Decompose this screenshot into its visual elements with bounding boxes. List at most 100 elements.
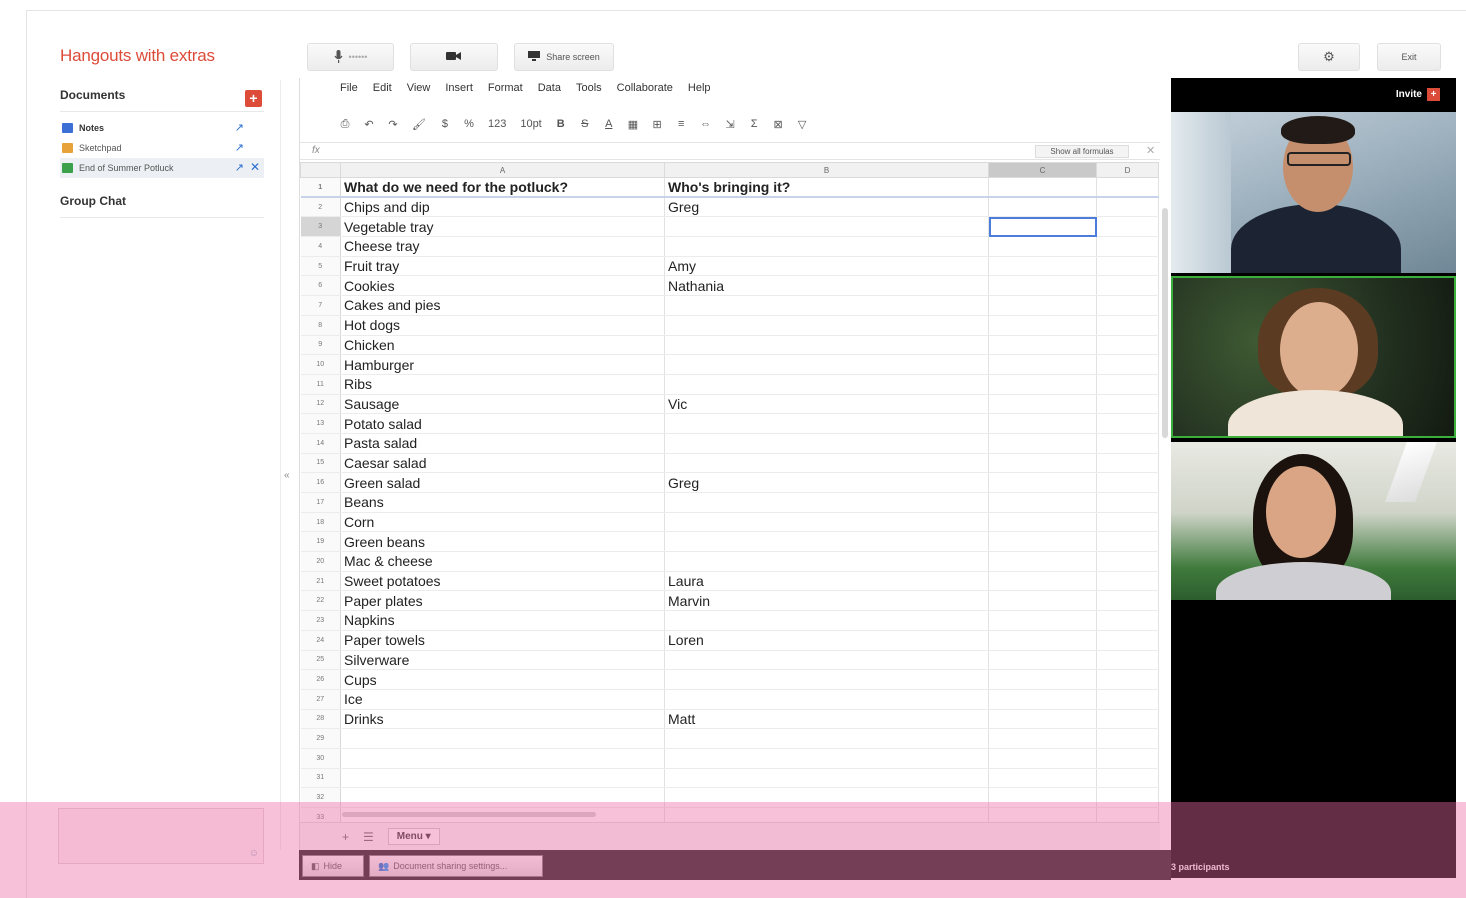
row-number[interactable]: 12 [300,394,341,415]
menu-item-view[interactable]: View [407,82,431,94]
wrap-icon[interactable]: ⇲ [725,118,735,131]
cell[interactable]: Paper plates [340,590,665,612]
cell[interactable] [1096,571,1159,592]
exit-button[interactable]: Exit [1377,43,1441,71]
menu-item-collaborate[interactable]: Collaborate [617,82,673,94]
cell[interactable]: Fruit tray [340,256,665,277]
cell[interactable]: Ribs [340,374,665,395]
row-number[interactable]: 5 [300,256,341,277]
cell[interactable] [1096,669,1159,690]
cell[interactable]: Beans [340,492,665,513]
sum-icon[interactable]: Σ [749,118,759,130]
corner-cell[interactable] [300,162,341,178]
cell[interactable]: Paper towels [340,630,665,651]
text-color-icon[interactable]: A [604,118,614,130]
column-header[interactable]: A [340,162,665,178]
column-header[interactable]: C [988,162,1097,178]
pin-icon[interactable]: ↗ [235,161,244,174]
cell[interactable] [340,787,665,808]
cell[interactable] [664,236,989,257]
close-icon[interactable]: ✕ [250,160,260,174]
cell[interactable] [664,433,989,454]
horizontal-scrollbar[interactable] [342,812,596,817]
chart-icon[interactable]: ⊠ [773,118,783,131]
cell[interactable] [988,433,1097,454]
row-number[interactable]: 29 [300,728,341,749]
cell[interactable] [1096,433,1159,454]
document-sharing-settings-button[interactable]: 👥 Document sharing settings... [369,855,543,877]
cell[interactable] [1096,709,1159,730]
row-number[interactable]: 3 [300,216,341,238]
row-number[interactable]: 1 [300,177,341,199]
menu-item-edit[interactable]: Edit [373,82,392,94]
document-item-sketchpad[interactable]: Sketchpad ↗ [60,138,264,158]
menu-item-data[interactable]: Data [538,82,561,94]
row-number[interactable]: 21 [300,571,341,592]
row-number[interactable]: 28 [300,709,341,730]
cell[interactable] [988,354,1097,375]
row-number[interactable]: 6 [300,275,341,297]
cell[interactable] [988,728,1097,749]
camera-button[interactable] [410,43,498,71]
cell[interactable] [988,512,1097,533]
cell[interactable] [664,610,989,631]
cell[interactable]: Sausage [340,394,665,415]
cell[interactable] [664,551,989,572]
row-number[interactable]: 25 [300,650,341,671]
row-number[interactable]: 32 [300,787,341,808]
cell[interactable]: Marvin [664,590,989,612]
video-tile-participant-1[interactable] [1171,112,1456,273]
cell[interactable] [1096,453,1159,474]
share-screen-button[interactable]: Share screen [514,43,614,71]
row-number[interactable]: 19 [300,531,341,553]
vertical-scrollbar[interactable] [1162,208,1168,438]
menu-item-help[interactable]: Help [688,82,711,94]
cell[interactable] [664,335,989,356]
cell[interactable] [988,630,1097,651]
add-sheet-icon[interactable]: + [342,830,349,844]
borders-icon[interactable]: ⊞ [652,118,662,131]
fill-color-icon[interactable]: ▦ [628,118,638,131]
cell[interactable] [340,768,665,789]
paint-format-icon[interactable]: 🖌 [412,118,426,131]
cell[interactable] [1096,275,1159,297]
cell[interactable] [988,787,1097,808]
cell[interactable] [988,669,1097,690]
cell[interactable] [988,374,1097,395]
cell[interactable] [1096,748,1159,769]
pin-icon[interactable]: ↗ [235,141,244,154]
cell[interactable] [988,216,1097,238]
cell[interactable] [1096,197,1159,218]
cell[interactable] [988,177,1097,199]
plus-icon[interactable]: + [245,90,262,107]
cell[interactable] [1096,689,1159,710]
cell[interactable] [340,728,665,749]
cell[interactable]: Silverware [340,650,665,671]
cell[interactable] [1096,236,1159,257]
font-size-select[interactable]: 10pt [520,118,541,130]
show-all-formulas-button[interactable]: Show all formulas [1035,145,1129,158]
cell[interactable] [988,590,1097,612]
cell[interactable] [1096,413,1159,434]
row-number[interactable]: 14 [300,433,341,454]
row-number[interactable]: 18 [300,512,341,533]
zoom-value[interactable]: 123 [488,118,506,130]
cell[interactable] [1096,354,1159,375]
strikethrough-icon[interactable]: S [580,118,590,130]
cell[interactable] [988,472,1097,493]
cell[interactable] [664,787,989,808]
cell[interactable] [988,571,1097,592]
row-number[interactable]: 15 [300,453,341,474]
cell[interactable] [1096,787,1159,808]
percent-icon[interactable]: % [464,118,474,130]
column-header[interactable]: B [664,162,989,178]
cell[interactable] [664,354,989,375]
cell[interactable] [664,728,989,749]
document-item-potluck[interactable]: End of Summer Potluck ↗ ✕ [60,158,264,178]
undo-icon[interactable]: ↶ [364,118,374,131]
cell[interactable] [1096,768,1159,789]
cell[interactable]: Matt [664,709,989,730]
cell[interactable]: Green beans [340,531,665,553]
cell[interactable] [1096,531,1159,553]
cell[interactable] [1096,728,1159,749]
